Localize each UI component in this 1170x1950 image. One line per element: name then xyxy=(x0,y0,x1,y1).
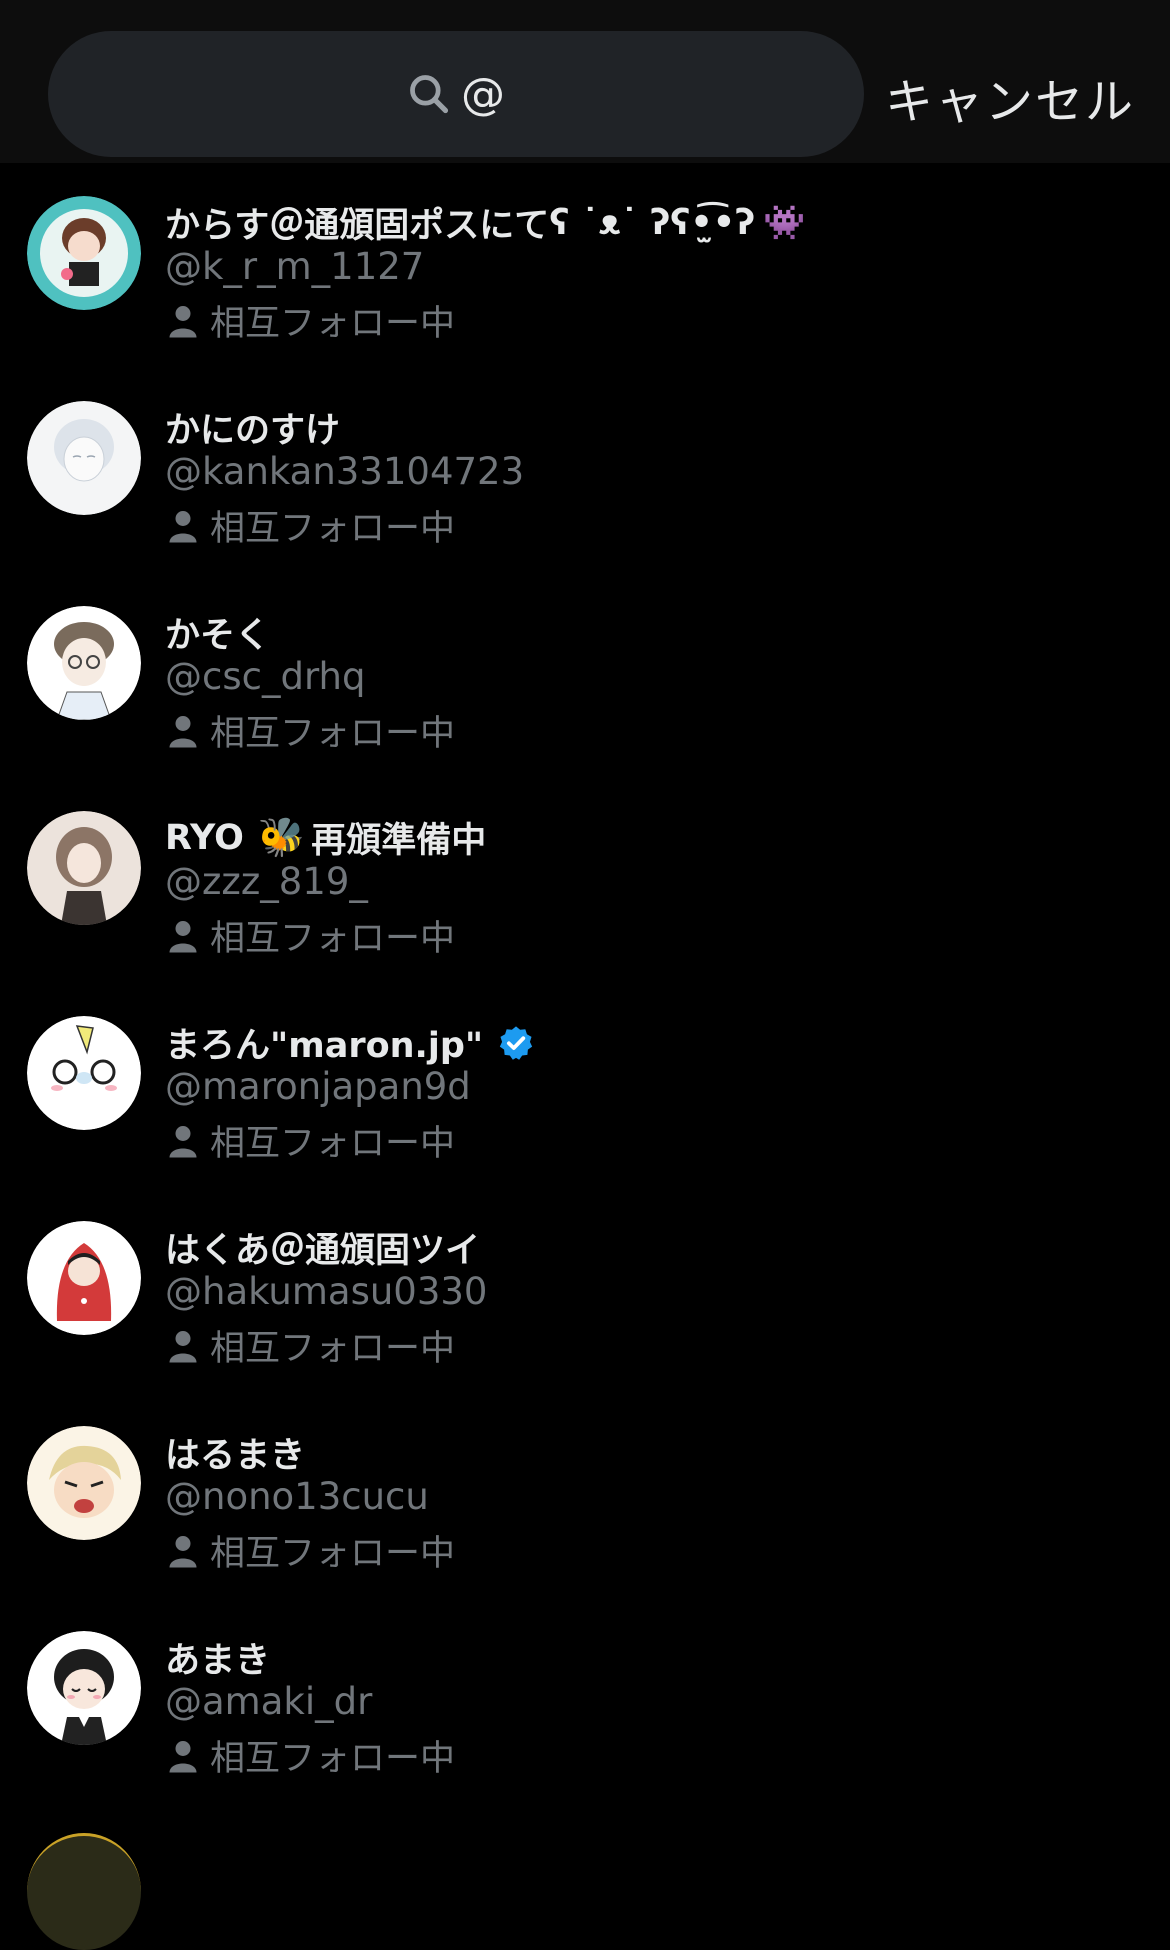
user-name: かにのすけ xyxy=(165,411,341,451)
avatar[interactable] xyxy=(27,811,141,925)
person-icon xyxy=(169,715,197,747)
mutual-follow-label: 相互フォロー中 xyxy=(168,295,455,346)
search-icon xyxy=(410,75,449,114)
avatar[interactable] xyxy=(27,1016,141,1130)
user-handle: @nono13cucu xyxy=(165,1475,429,1518)
list-item[interactable]: まろん"maron.jp" @maronjapan9d 相互フォロー中 xyxy=(0,983,1170,1188)
list-item[interactable]: あまき @amaki_dr 相互フォロー中 xyxy=(0,1598,1170,1803)
user-name: かそく xyxy=(165,616,271,656)
user-results-list: からす＠通頒固ポスにて ʕ ˙ᴥ˙ ʔʕ•̫͡•ʔ 👾 @k_r_m_1127 … xyxy=(0,163,1170,1803)
person-icon xyxy=(169,920,197,952)
list-item[interactable]: RYO 🐝 再頒準備中 @zzz_819_ 相互フォロー中 xyxy=(0,778,1170,983)
kaomoji-text: ʕ ˙ᴥ˙ ʔʕ•̫͡•ʔ xyxy=(549,202,756,243)
list-item[interactable]: かにのすけ @kankan33104723 相互フォロー中 xyxy=(0,368,1170,573)
avatar[interactable] xyxy=(27,606,141,720)
user-name: はるまき xyxy=(165,1436,306,1476)
mutual-follow-label: 相互フォロー中 xyxy=(168,500,455,551)
search-input[interactable]: @ xyxy=(48,31,864,157)
user-handle: @k_r_m_1127 xyxy=(165,245,425,288)
person-icon xyxy=(169,1740,197,1772)
avatar[interactable] xyxy=(27,196,141,310)
user-name: RYO 🐝 再頒準備中 xyxy=(165,815,487,861)
user-name: あまき xyxy=(165,1641,271,1681)
mutual-follow-label: 相互フォロー中 xyxy=(168,1730,455,1781)
user-name: はくあ＠通頒固ツイ xyxy=(165,1231,481,1271)
mutual-follow-label: 相互フォロー中 xyxy=(168,1115,455,1166)
list-item[interactable]: かそく @csc_drhq 相互フォロー中 xyxy=(0,573,1170,778)
avatar[interactable] xyxy=(27,1631,141,1745)
user-handle: @csc_drhq xyxy=(165,655,366,698)
mutual-follow-label: 相互フォロー中 xyxy=(168,910,455,961)
search-header: @ キャンセル xyxy=(0,0,1170,163)
mutual-follow-label: 相互フォロー中 xyxy=(168,1320,455,1371)
mutual-follow-label: 相互フォロー中 xyxy=(168,705,455,756)
user-handle: @kankan33104723 xyxy=(165,450,525,493)
user-handle: @zzz_819_ xyxy=(165,860,368,903)
user-handle: @hakumasu0330 xyxy=(165,1270,488,1313)
user-name: からす＠通頒固ポスにて ʕ ˙ᴥ˙ ʔʕ•̫͡•ʔ 👾 xyxy=(165,202,806,247)
avatar[interactable] xyxy=(27,401,141,515)
bee-emoji: 🐝 xyxy=(257,815,306,859)
verified-badge-icon xyxy=(499,1025,533,1060)
list-item[interactable]: はるまき @nono13cucu 相互フォロー中 xyxy=(0,1393,1170,1598)
person-icon xyxy=(169,305,197,337)
search-query: @ xyxy=(461,68,505,120)
avatar[interactable] xyxy=(27,1221,141,1335)
alien-monster-emoji: 👾 xyxy=(763,202,806,243)
avatar[interactable] xyxy=(27,1833,141,1950)
list-item[interactable]: からす＠通頒固ポスにて ʕ ˙ᴥ˙ ʔʕ•̫͡•ʔ 👾 @k_r_m_1127 … xyxy=(0,163,1170,368)
person-icon xyxy=(169,1330,197,1362)
list-item[interactable]: はくあ＠通頒固ツイ @hakumasu0330 相互フォロー中 xyxy=(0,1188,1170,1393)
user-handle: @amaki_dr xyxy=(165,1680,373,1723)
avatar[interactable] xyxy=(27,1426,141,1540)
user-handle: @maronjapan9d xyxy=(165,1065,471,1108)
user-name: まろん"maron.jp" xyxy=(165,1017,535,1068)
person-icon xyxy=(169,1535,197,1567)
mutual-follow-label: 相互フォロー中 xyxy=(168,1525,455,1576)
person-icon xyxy=(169,510,197,542)
person-icon xyxy=(169,1125,197,1157)
cancel-button[interactable]: キャンセル xyxy=(885,62,1135,132)
